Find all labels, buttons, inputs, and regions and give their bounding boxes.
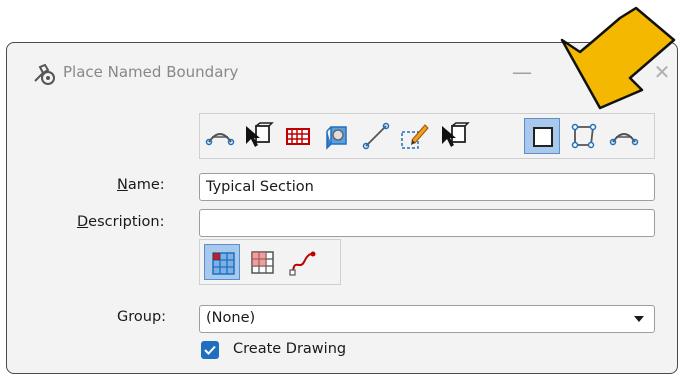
line-icon (362, 122, 390, 150)
title-bar[interactable]: Place Named Boundary — ✕ (7, 43, 677, 103)
mode-partial-grid[interactable] (244, 244, 280, 280)
volume-icon (326, 126, 347, 150)
tool-arc-boundary[interactable] (202, 118, 238, 154)
group-label: Group: (117, 309, 167, 325)
square-boundary-icon (533, 127, 553, 147)
select-view-icon (442, 122, 470, 147)
partial-grid-icon (251, 251, 274, 274)
place-named-boundary-dialog: Place Named Boundary — ✕ Name: Typical S… (6, 42, 678, 374)
tool-grid[interactable] (280, 118, 316, 154)
arc-boundary-icon (205, 133, 235, 146)
curve-path-icon (289, 251, 316, 276)
tool-line[interactable] (358, 118, 394, 154)
dropdown-caret-icon (634, 316, 644, 322)
grid-icon (286, 128, 310, 145)
name-field[interactable] (199, 173, 655, 201)
minimize-button[interactable]: — (505, 55, 539, 89)
tool-select-view[interactable] (240, 118, 276, 154)
description-label: Description: (77, 214, 165, 230)
mode-curve-path[interactable] (284, 244, 320, 280)
tool-volume[interactable] (320, 118, 356, 154)
grid-mode-icon (212, 252, 235, 275)
create-drawing-checkbox[interactable] (201, 341, 219, 359)
checkmark-icon (204, 345, 216, 355)
tool-shape-boundary[interactable] (566, 118, 602, 154)
window-title: Place Named Boundary (63, 63, 239, 81)
close-button[interactable]: ✕ (645, 55, 679, 89)
mode-grid[interactable] (204, 244, 240, 280)
tool-select-view-2[interactable] (436, 118, 472, 154)
mode-toolbar (199, 239, 341, 285)
arc-boundary-icon (609, 133, 639, 146)
group-dropdown[interactable]: (None) (199, 305, 655, 333)
tool-arc-boundary-2[interactable] (606, 118, 642, 154)
description-field[interactable] (199, 209, 655, 237)
edit-boundary-icon (401, 124, 429, 149)
tool-square-boundary[interactable] (524, 118, 560, 154)
name-label: Name: (117, 177, 165, 193)
group-selected-value: (None) (206, 310, 256, 326)
shape-boundary-icon (571, 123, 597, 149)
boundary-method-toolbar (199, 113, 655, 159)
create-drawing-label: Create Drawing (233, 341, 347, 357)
select-view-icon (246, 122, 274, 147)
tools-icon (31, 61, 57, 87)
tool-edit-boundary[interactable] (396, 118, 432, 154)
